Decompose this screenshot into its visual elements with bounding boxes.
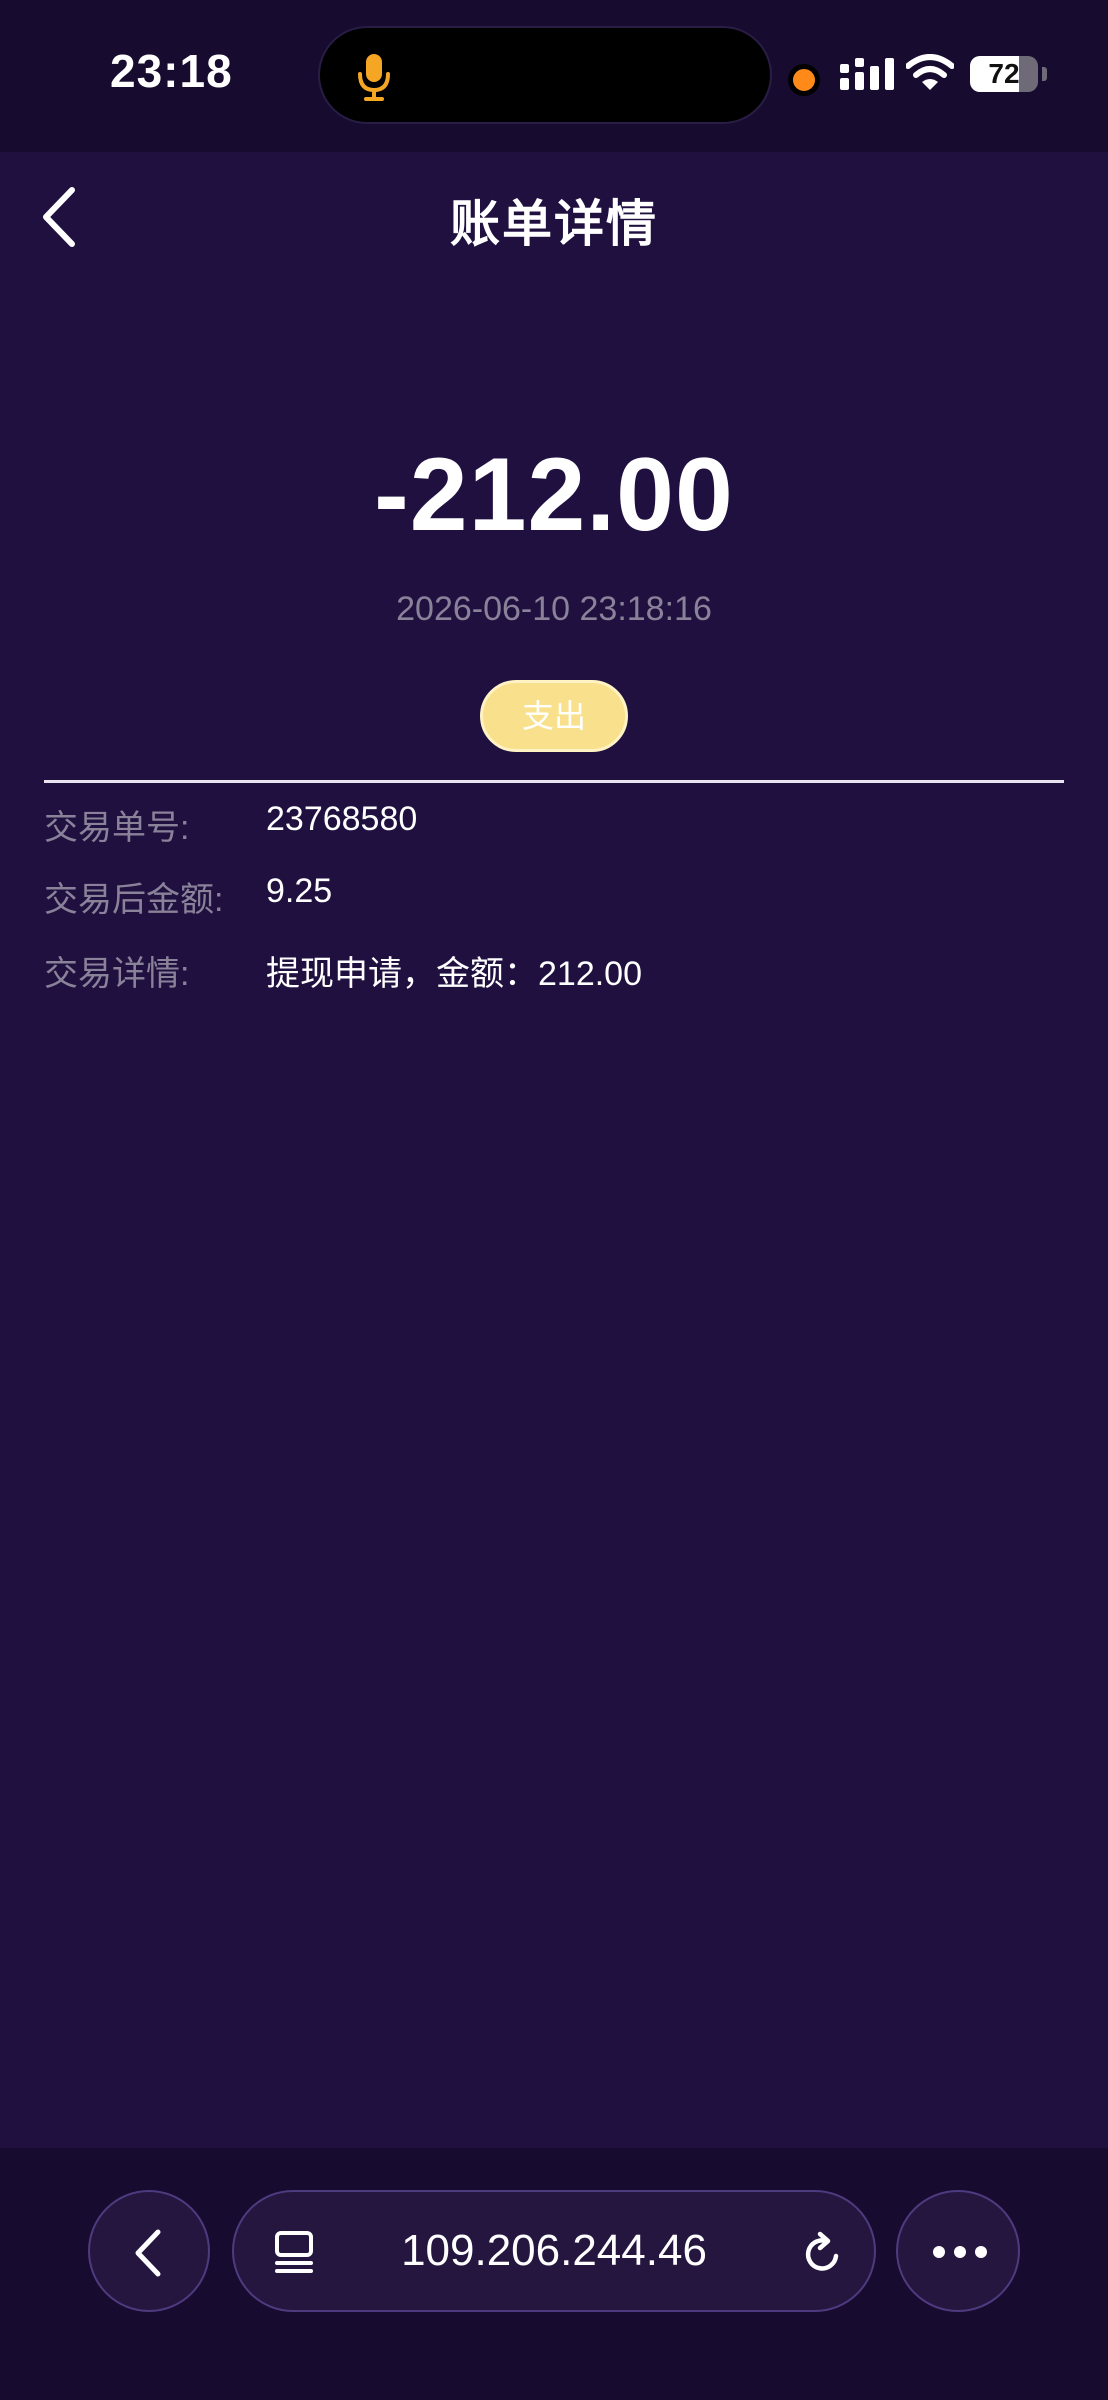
recording-indicator xyxy=(788,64,820,96)
detail-value: 9.25 xyxy=(266,872,333,910)
status-time: 23:18 xyxy=(110,45,233,97)
battery-indicator: 72 xyxy=(970,56,1047,92)
dynamic-island xyxy=(318,26,772,124)
detail-label: 交易单号: xyxy=(44,809,190,847)
battery-level: 72 xyxy=(988,58,1020,89)
detail-value: 23768580 xyxy=(266,800,418,838)
more-options-button[interactable] xyxy=(896,2190,1020,2312)
chevron-left-icon xyxy=(135,2229,161,2277)
transaction-datetime: 2026-06-10 23:18:16 xyxy=(396,590,712,628)
screen: 23:18 72 账单详情 -212.00 2026-06-10 23:18:1… xyxy=(0,0,1108,2400)
transaction-type-badge: 支出 xyxy=(480,680,628,752)
url-text[interactable]: 109.206.244.46 xyxy=(234,2192,874,2310)
browser-toolbar: 109.206.244.46 xyxy=(0,2148,1108,2400)
more-dots-icon xyxy=(933,2246,987,2258)
detail-value: 提现申请，金额：212.00 xyxy=(266,955,642,993)
detail-row-balance-after: 交易后金额: 9.25 xyxy=(44,872,1064,922)
page-header: 账单详情 xyxy=(0,152,1108,282)
status-bar: 23:18 72 xyxy=(0,0,1108,152)
detail-row-description: 交易详情: 提现申请，金额：212.00 xyxy=(44,946,1064,996)
detail-label: 交易详情: xyxy=(44,955,190,993)
transaction-amount: -212.00 xyxy=(374,437,734,553)
wifi-icon xyxy=(906,54,954,90)
detail-row-order-number: 交易单号: 23768580 xyxy=(44,800,1064,850)
page-title: 账单详情 xyxy=(450,196,658,252)
reload-icon[interactable] xyxy=(802,2230,844,2276)
divider xyxy=(44,780,1064,783)
cellular-signal-icon xyxy=(840,58,894,90)
detail-label: 交易后金额: xyxy=(44,881,224,919)
microphone-icon xyxy=(358,54,390,101)
browser-back-button[interactable] xyxy=(88,2190,210,2312)
address-bar[interactable]: 109.206.244.46 xyxy=(232,2190,876,2312)
